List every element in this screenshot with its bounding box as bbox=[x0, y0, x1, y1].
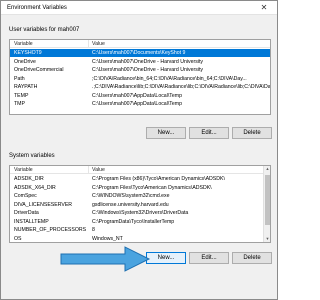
pointer-arrow-graphic bbox=[60, 246, 151, 272]
arrow-icon bbox=[60, 246, 151, 272]
environment-variables-dialog: Environment Variables ✕ User variables f… bbox=[0, 0, 278, 300]
